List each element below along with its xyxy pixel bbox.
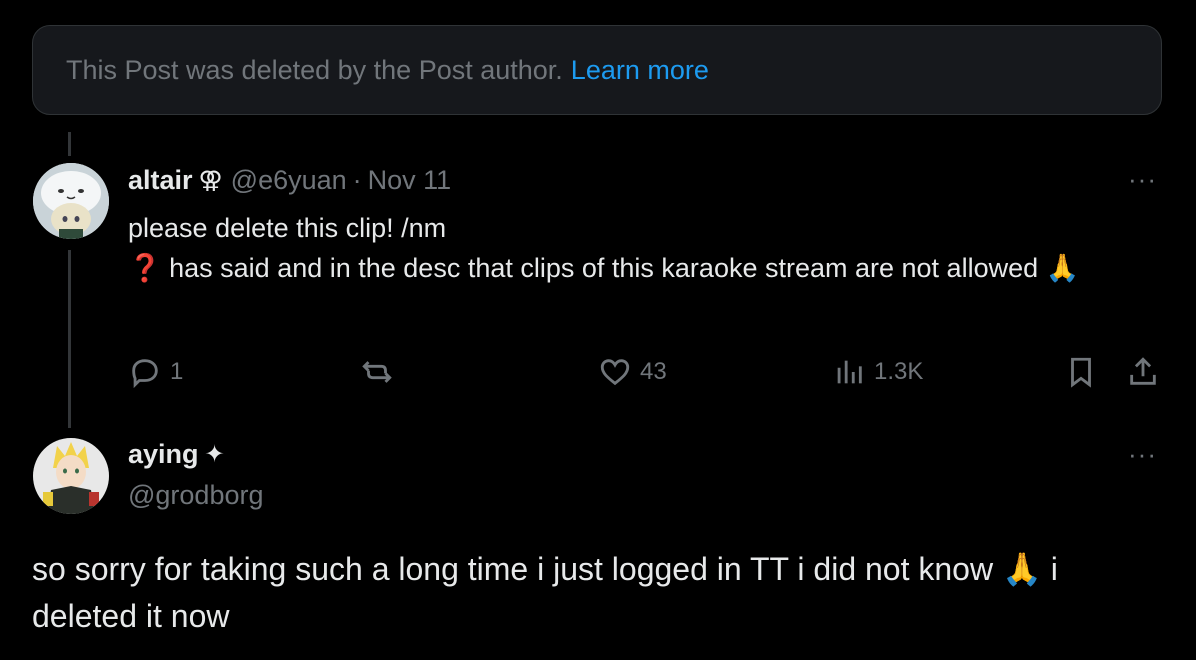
more-options-icon[interactable]: ··· <box>1128 439 1157 470</box>
folded-hands-icon: 🙏 <box>1001 550 1042 588</box>
thread-line-top <box>68 132 71 156</box>
deleted-post-message: This Post was deleted by the Post author… <box>66 54 563 85</box>
repost-icon <box>362 361 392 383</box>
display-name[interactable]: altair <box>128 165 193 196</box>
tweet-actions: 1 43 1.3K <box>128 352 1168 392</box>
reply-count: 1 <box>170 358 184 385</box>
views-button[interactable]: 1.3K <box>832 352 923 392</box>
reply-text: so sorry for taking such a long time i j… <box>32 546 1162 640</box>
reply-button[interactable]: 1 <box>128 352 183 392</box>
like-button[interactable]: 43 <box>598 352 667 392</box>
handle-row: @grodborg <box>128 480 264 511</box>
reply-icon <box>132 359 158 389</box>
deleted-post-banner: This Post was deleted by the Post author… <box>32 25 1162 115</box>
learn-more-link[interactable]: Learn more <box>571 55 709 86</box>
sparkle-icon: ✦ <box>204 441 225 468</box>
tweet-line-2: ❓ has said and in the desc that clips of… <box>128 248 1088 289</box>
like-count: 43 <box>640 358 667 385</box>
views-chart-icon <box>837 360 862 384</box>
share-icon <box>1130 357 1156 385</box>
separator: · <box>352 165 362 195</box>
tweet-line-1: please delete this clip! /nm <box>128 213 447 243</box>
tweet-header: altair ⚢ @e6yuan · Nov 11 <box>128 165 451 196</box>
post-date[interactable]: Nov 11 <box>368 165 452 196</box>
character-avatar-icon <box>33 438 109 514</box>
tweet-header: aying ✦ <box>128 439 233 470</box>
avatar[interactable] <box>33 163 109 239</box>
user-handle[interactable]: @grodborg <box>128 480 264 511</box>
repost-button[interactable] <box>360 352 402 392</box>
female-sign-icon: ⚢ <box>198 167 223 194</box>
heart-icon <box>600 359 630 386</box>
reply-text-part-1: so sorry for taking such a long time i j… <box>32 551 1002 587</box>
user-handle[interactable]: @e6yuan <box>231 165 347 196</box>
avatar[interactable] <box>33 438 109 514</box>
bookmark-icon <box>1071 357 1091 388</box>
display-name[interactable]: aying <box>128 439 199 470</box>
share-button[interactable] <box>1126 352 1160 392</box>
bookmark-button[interactable] <box>1064 352 1098 392</box>
views-count: 1.3K <box>874 358 924 385</box>
tweet-text: please delete this clip! /nm ❓ has said … <box>128 208 1088 289</box>
tweet-line-2-text: has said and in the desc that clips of t… <box>161 253 1039 283</box>
thread-line <box>68 250 71 428</box>
question-mark-icon: ❓ <box>128 253 162 284</box>
more-options-icon[interactable]: ··· <box>1128 164 1157 195</box>
folded-hands-icon: 🙏 <box>1045 253 1080 284</box>
plush-avatar-icon <box>33 163 109 239</box>
